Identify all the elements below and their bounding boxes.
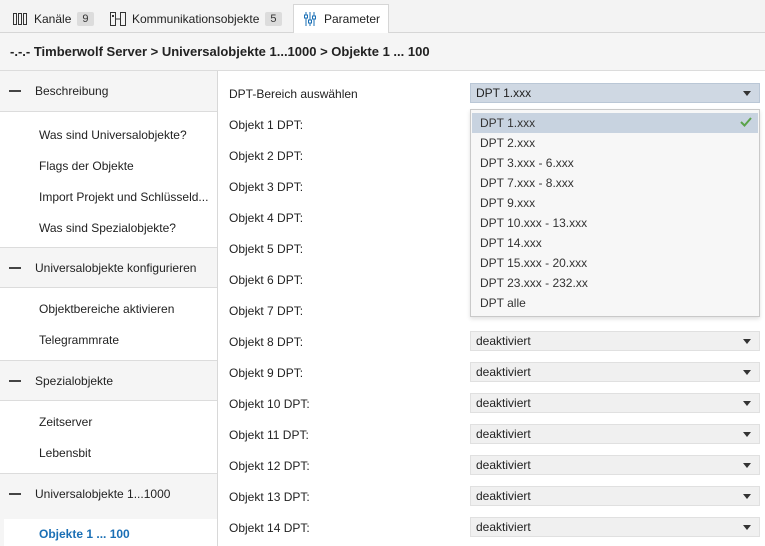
range-label: DPT-Bereich auswählen (229, 87, 358, 101)
dropdown-option[interactable]: DPT 2.xxx (472, 133, 758, 153)
breadcrumb: -.-.- Timberwolf Server > Universalobjek… (0, 33, 765, 71)
collapse-icon[interactable] (9, 492, 21, 495)
collapse-icon[interactable] (9, 90, 21, 92)
select-value: deaktiviert (476, 489, 531, 503)
tab-parameter[interactable]: Parameter (293, 4, 390, 34)
dropdown-option[interactable]: DPT 14.xxx (472, 233, 758, 253)
option-label: DPT 1.xxx (480, 116, 536, 130)
chevron-down-icon (743, 525, 751, 530)
group-label: Universalobjekte 1...1000 (35, 486, 171, 501)
count-badge: 9 (77, 11, 94, 26)
select-value: deaktiviert (476, 427, 531, 441)
object-label: Objekt 4 DPT: (229, 211, 304, 225)
tab-label: Kommunikationsobjekte (132, 11, 260, 26)
tab-kommunikationsobjekte[interactable]: Kommunikationsobjekte 5 (102, 4, 290, 33)
sidebar-item[interactable]: Was sind Spezialobjekte? (0, 212, 217, 243)
sidebar-item[interactable]: Objektbereiche aktivieren (0, 293, 217, 324)
chevron-down-icon (743, 463, 751, 468)
sidebar-item[interactable]: Flags der Objekte (0, 150, 217, 181)
dropdown-option[interactable]: DPT alle (472, 293, 758, 313)
sidebar-item[interactable]: Lebensbit (0, 437, 217, 468)
object-label: Objekt 8 DPT: (229, 335, 304, 349)
object-label: Objekt 5 DPT: (229, 242, 304, 256)
columns-icon (12, 12, 28, 26)
select-value: deaktiviert (476, 365, 531, 379)
object-dpt-select[interactable]: deaktiviert (470, 517, 760, 537)
object-label: Objekt 1 DPT: (229, 118, 304, 132)
select-value: deaktiviert (476, 458, 531, 472)
object-label: Objekt 11 DPT: (229, 428, 309, 442)
object-label: Objekt 2 DPT: (229, 149, 304, 163)
collapse-icon[interactable] (9, 266, 21, 269)
object-label: Objekt 3 DPT: (229, 180, 304, 194)
object-dpt-select[interactable]: deaktiviert (470, 331, 760, 351)
group-label: Spezialobjekte (35, 373, 114, 388)
dpt-range-dropdown: DPT 1.xxx DPT 2.xxx DPT 3.xxx - 6.xxx DP… (470, 109, 760, 317)
sidebar-item[interactable]: Import Projekt und Schlüsseld... (0, 181, 217, 212)
chevron-down-icon (743, 339, 751, 344)
sidebar: Beschreibung Was sind Universalobjekte? … (0, 71, 218, 546)
select-value: deaktiviert (476, 520, 531, 534)
sidebar-item[interactable]: Was sind Universalobjekte? (0, 119, 217, 150)
group-label: Beschreibung (35, 84, 109, 98)
sliders-icon (302, 12, 318, 26)
sidebar-subitems: Zeitserver Lebensbit (0, 400, 217, 473)
dropdown-option-selected[interactable]: DPT 1.xxx (472, 113, 758, 133)
dropdown-option[interactable]: DPT 23.xxx - 232.xx (472, 273, 758, 293)
sidebar-item[interactable]: Telegrammrate (0, 324, 217, 355)
tab-kanaele[interactable]: Kanäle 9 (4, 4, 102, 33)
parameter-panel: DPT-Bereich auswählen DPT 1.xxx Objekt 1… (219, 71, 765, 546)
sidebar-item-selected[interactable]: Objekte 1 ... 100 (4, 519, 217, 546)
object-label: Objekt 13 DPT: (229, 490, 310, 504)
dropdown-option[interactable]: DPT 7.xxx - 8.xxx (472, 173, 758, 193)
object-dpt-select[interactable]: deaktiviert (470, 486, 760, 506)
object-label: Objekt 14 DPT: (229, 521, 310, 535)
dropdown-option[interactable]: DPT 3.xxx - 6.xxx (472, 153, 758, 173)
sidebar-group-beschreibung[interactable]: Beschreibung (0, 71, 217, 111)
object-dpt-select[interactable]: deaktiviert (470, 362, 760, 382)
chevron-down-icon (743, 432, 751, 437)
tab-bar: Kanäle 9 Kommunikationsobjekte 5 Paramet… (0, 0, 765, 34)
dropdown-option[interactable]: DPT 9.xxx (472, 193, 758, 213)
object-label: Objekt 12 DPT: (229, 459, 310, 473)
object-label: Objekt 7 DPT: (229, 304, 304, 318)
sidebar-group-universalobjekte-1-1000[interactable]: Universalobjekte 1...1000 (0, 473, 217, 513)
dpt-range-select[interactable]: DPT 1.xxx (470, 83, 760, 103)
sidebar-item[interactable]: Zeitserver (0, 406, 217, 437)
sidebar-subitems: Objektbereiche aktivieren Telegrammrate (0, 287, 217, 360)
chevron-down-icon (743, 401, 751, 406)
object-label: Objekt 6 DPT: (229, 273, 304, 287)
object-dpt-select[interactable]: deaktiviert (470, 455, 760, 475)
dropdown-option[interactable]: DPT 15.xxx - 20.xxx (472, 253, 758, 273)
object-label: Objekt 9 DPT: (229, 366, 304, 380)
group-label: Universalobjekte konfigurieren (35, 260, 197, 275)
sidebar-group-universalobjekte-konfigurieren[interactable]: Universalobjekte konfigurieren (0, 247, 217, 287)
collapse-icon[interactable] (9, 379, 21, 382)
check-icon (740, 116, 752, 131)
object-dpt-select[interactable]: deaktiviert (470, 424, 760, 444)
dropdown-option[interactable]: DPT 10.xxx - 13.xxx (472, 213, 758, 233)
tab-label: Kanäle (34, 11, 72, 26)
chevron-down-icon (743, 370, 751, 375)
select-value: DPT 1.xxx (476, 86, 532, 100)
chevron-down-icon (743, 494, 751, 499)
count-badge: 5 (265, 11, 282, 26)
select-value: deaktiviert (476, 396, 531, 410)
tab-label: Parameter (324, 12, 381, 26)
chevron-down-icon (743, 91, 751, 96)
select-value: deaktiviert (476, 334, 531, 348)
object-dpt-select[interactable]: deaktiviert (470, 393, 760, 413)
object-label: Objekt 10 DPT: (229, 397, 310, 411)
sidebar-subitems: Was sind Universalobjekte? Flags der Obj… (0, 111, 217, 247)
sidebar-group-spezialobjekte[interactable]: Spezialobjekte (0, 360, 217, 400)
objects-icon (110, 11, 126, 26)
